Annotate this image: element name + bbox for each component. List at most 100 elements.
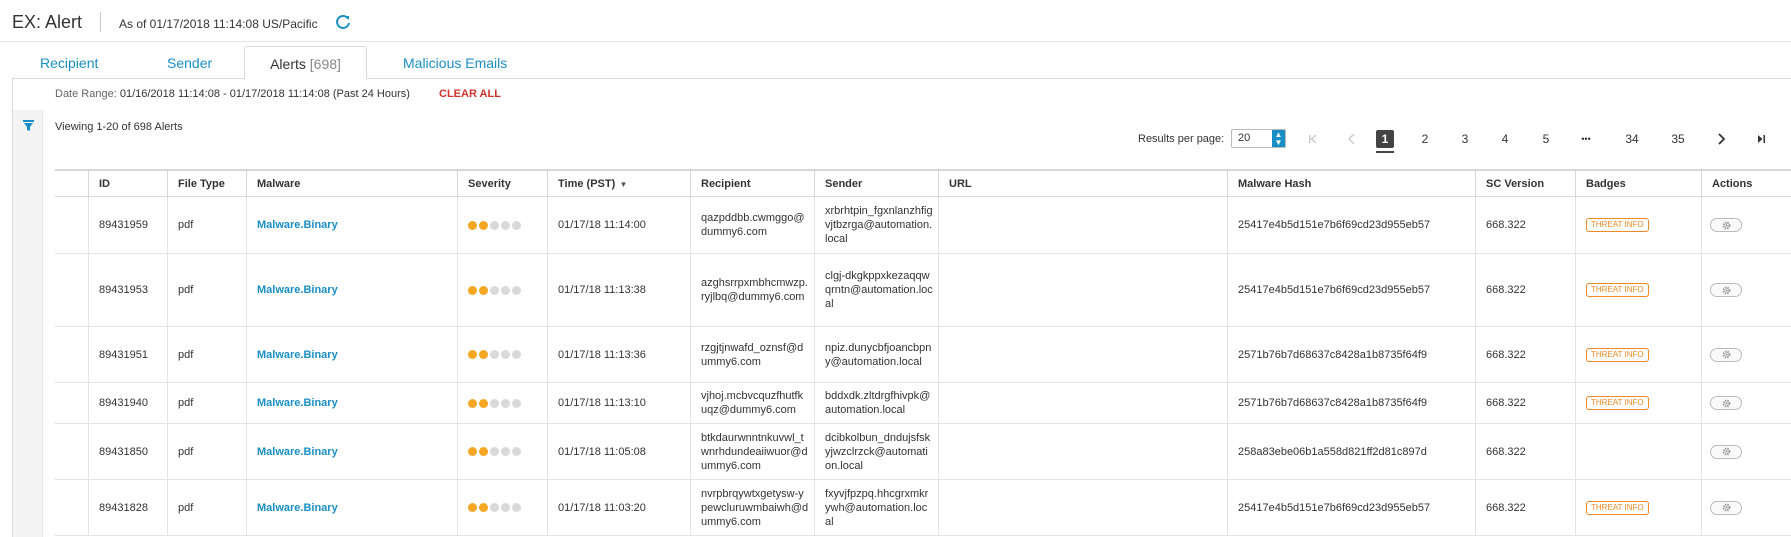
threat-info-badge[interactable]: THREAT INFO: [1586, 396, 1649, 410]
cell-sender-text: npiz.dunycbfjoancbpny@automation.local: [825, 341, 932, 368]
threat-info-badge[interactable]: THREAT INFO: [1586, 283, 1649, 297]
row-actions-button[interactable]: [1710, 396, 1742, 410]
cell-sender: clgj-dkgkppxkezaqqwqrntn@automation.loca…: [814, 254, 938, 326]
table-row[interactable]: 89431940 pdf Malware.Binary 01/17/18 11:13:…: [55, 383, 1791, 424]
header-sender[interactable]: Sender: [814, 171, 938, 197]
header-time-label: Time (PST): [558, 178, 616, 190]
severity-dot: [512, 503, 521, 512]
malware-link[interactable]: Malware.Binary: [257, 446, 338, 458]
gear-icon: [1722, 503, 1730, 512]
malware-link[interactable]: Malware.Binary: [257, 349, 338, 361]
cell-actions: [1701, 327, 1791, 382]
table-row[interactable]: 89431951 pdf Malware.Binary 01/17/18 11:13:…: [55, 327, 1791, 383]
header-badges[interactable]: Badges: [1575, 171, 1701, 197]
prev-page-icon[interactable]: [1343, 130, 1361, 148]
header-spacer: [55, 171, 88, 197]
cell-severity: [457, 327, 547, 382]
first-page-icon[interactable]: [1304, 130, 1322, 148]
table-row[interactable]: 89431850 pdf Malware.Binary 01/17/18 11:05:…: [55, 424, 1791, 480]
tab-recipient[interactable]: Recipient: [40, 46, 98, 79]
cell-malware-hash: 2571b76b7d68637c8428a1b8735f64f9: [1227, 383, 1475, 423]
row-actions-button[interactable]: [1710, 347, 1742, 362]
header-malware-hash[interactable]: Malware Hash: [1227, 171, 1475, 197]
results-per-page-value: 20: [1238, 132, 1251, 144]
severity-dot: [479, 503, 488, 512]
cell-recipient: btkdaurwnntnkuvwl_twnrhdundeaiiwuor@dumm…: [690, 424, 814, 479]
malware-link[interactable]: Malware.Binary: [257, 284, 338, 296]
cell-id: 89431940: [88, 383, 167, 423]
header-recipient[interactable]: Recipient: [690, 171, 814, 197]
cell-severity: [457, 383, 547, 423]
cell-sender-text: fxyvjfpzpq.hhcgrxmkrywh@automation.local: [825, 487, 929, 528]
page-2-button[interactable]: 2: [1416, 130, 1434, 148]
threat-info-badge[interactable]: THREAT INFO: [1586, 347, 1649, 362]
header-id[interactable]: ID: [88, 171, 167, 197]
severity-dot: [501, 285, 510, 295]
header-url[interactable]: URL: [938, 171, 1227, 197]
cell-recipient: azghsrrpxmbhcmwzp.ryjlbq@dummy6.com: [690, 254, 814, 326]
severity-dot: [512, 350, 521, 359]
clear-all-link[interactable]: CLEAR ALL: [439, 88, 501, 100]
header-divider: [100, 12, 101, 32]
tab-sender[interactable]: Sender: [167, 46, 212, 79]
tab-label: Malicious Emails: [403, 55, 508, 71]
page-title: EX: Alert: [12, 12, 83, 32]
page-3-button[interactable]: 3: [1456, 130, 1474, 148]
cell-recipient-text: nvrpbrqywtxgetysw-ypewcluruwmbaiwh@dummy…: [701, 487, 809, 528]
next-page-icon[interactable]: [1712, 130, 1730, 148]
page-35-button[interactable]: 35: [1668, 130, 1688, 148]
results-per-page-select[interactable]: 20 ▲ ▼: [1231, 129, 1286, 148]
row-actions-button[interactable]: [1710, 218, 1742, 232]
row-actions-button[interactable]: [1710, 500, 1742, 515]
refresh-icon[interactable]: [335, 14, 351, 30]
cell-sc-version: 668.322: [1475, 197, 1575, 253]
cell-severity: [457, 254, 547, 326]
cell-sender: xrbrhtpin_fgxnlanzhfigvjtbzrga@automatio…: [814, 197, 938, 253]
cell-actions: [1701, 424, 1791, 479]
page-5-button[interactable]: 5: [1537, 130, 1555, 148]
threat-info-badge[interactable]: THREAT INFO: [1586, 218, 1649, 232]
table-row[interactable]: 89431953 pdf Malware.Binary 01/17/18 11:13:…: [55, 254, 1791, 327]
severity-dot: [479, 350, 488, 359]
cell-file-type: pdf: [167, 424, 246, 479]
page-4-button[interactable]: 4: [1496, 130, 1514, 148]
malware-link[interactable]: Malware.Binary: [257, 397, 338, 409]
last-page-icon[interactable]: [1752, 130, 1770, 148]
cell-actions: [1701, 254, 1791, 326]
cell-malware-hash: 2571b76b7d68637c8428a1b8735f64f9: [1227, 327, 1475, 382]
cell-recipient-text: azghsrrpxmbhcmwzp.ryjlbq@dummy6.com: [701, 277, 808, 303]
header-severity[interactable]: Severity: [457, 171, 547, 197]
header-file-type[interactable]: File Type: [167, 171, 246, 197]
malware-link[interactable]: Malware.Binary: [257, 502, 338, 514]
severity-dot: [479, 447, 488, 456]
cell-sc-version: 668.322: [1475, 480, 1575, 535]
filter-sidebar[interactable]: [13, 110, 43, 537]
tab-label: Alerts: [270, 56, 306, 72]
page-1-button[interactable]: 1: [1376, 130, 1394, 153]
cell-id: 89431850: [88, 424, 167, 479]
severity-dot: [490, 447, 499, 456]
tab-malicious-emails[interactable]: Malicious Emails: [403, 46, 507, 79]
cell-id: 89431828: [88, 480, 167, 535]
header-time[interactable]: Time (PST) ▼: [547, 171, 690, 197]
cell-severity: [457, 424, 547, 479]
severity-dot: [512, 398, 521, 408]
table-row[interactable]: 89431828 pdf Malware.Binary 01/17/18 11:03:…: [55, 480, 1791, 536]
severity-dot: [512, 220, 521, 230]
header-malware[interactable]: Malware: [246, 171, 457, 197]
tab-alerts[interactable]: Alerts [698]: [244, 46, 367, 80]
row-actions-button[interactable]: [1710, 444, 1742, 459]
cell-file-type: pdf: [167, 327, 246, 382]
cell-id: 89431953: [88, 254, 167, 326]
cell-file-type: pdf: [167, 197, 246, 253]
filter-icon[interactable]: [22, 119, 35, 132]
page-34-button[interactable]: 34: [1622, 130, 1642, 148]
severity-indicator: [468, 285, 521, 295]
table-row[interactable]: 89431959 pdf Malware.Binary 01/17/18 11:14:…: [55, 197, 1791, 254]
row-actions-button[interactable]: [1710, 283, 1742, 297]
threat-info-badge[interactable]: THREAT INFO: [1586, 500, 1649, 515]
cell-severity: [457, 480, 547, 535]
header-sc-version[interactable]: SC Version: [1475, 171, 1575, 197]
cell-malware: Malware.Binary: [246, 480, 457, 535]
malware-link[interactable]: Malware.Binary: [257, 219, 338, 231]
